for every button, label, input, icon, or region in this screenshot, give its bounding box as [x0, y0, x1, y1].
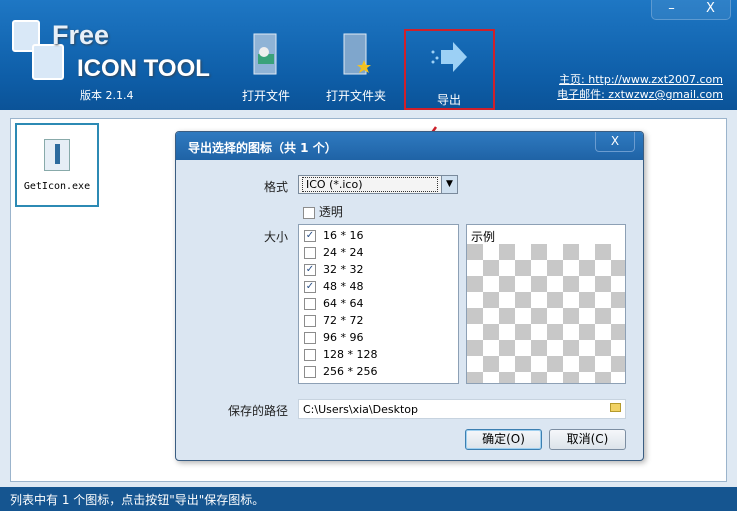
- logo-text-top: Free: [52, 20, 110, 50]
- size-option-label: 128 * 128: [323, 348, 378, 361]
- open-file-icon: [253, 33, 277, 75]
- preview-label: 示例: [471, 230, 496, 244]
- size-option[interactable]: ✓ 16 * 16: [304, 227, 453, 244]
- size-option-label: 256 * 256: [323, 365, 378, 378]
- open-folder-label: 打开文件夹: [325, 89, 386, 103]
- links: 主页: http://www.zxt2007.com 电子邮件: zxtwzwz…: [557, 72, 723, 102]
- size-checkbox[interactable]: ✓: [304, 280, 316, 293]
- format-value: ICO (*.ico): [302, 177, 438, 192]
- size-option[interactable]: 72 * 72: [304, 312, 453, 329]
- open-file-button[interactable]: 打开文件: [221, 30, 311, 104]
- size-option[interactable]: 24 * 24: [304, 244, 453, 261]
- size-option-label: 24 * 24: [323, 246, 364, 259]
- export-highlight-box: [404, 29, 495, 110]
- folder-icon[interactable]: [610, 403, 621, 412]
- size-option-label: 16 * 16: [323, 229, 364, 242]
- chevron-down-icon[interactable]: ▼: [441, 176, 457, 193]
- save-path-input[interactable]: C:\Users\xia\Desktop: [298, 399, 626, 419]
- save-path-value: C:\Users\xia\Desktop: [303, 403, 418, 416]
- size-option-label: 48 * 48: [323, 280, 364, 293]
- ok-button[interactable]: 确定(O): [465, 429, 542, 450]
- logo-text-bottom: ICON TOOL: [77, 55, 210, 82]
- cancel-button[interactable]: 取消(C): [549, 429, 626, 450]
- size-option-label: 32 * 32: [323, 263, 364, 276]
- transparent-checkbox[interactable]: 透明: [303, 203, 343, 220]
- size-checkbox[interactable]: [304, 331, 316, 344]
- checkbox[interactable]: [303, 206, 315, 219]
- size-option[interactable]: 256 * 256: [304, 363, 453, 380]
- transparency-checkerboard: [467, 244, 625, 383]
- transparent-label: 透明: [318, 205, 343, 219]
- close-button[interactable]: X: [691, 0, 730, 19]
- homepage-link[interactable]: 主页: http://www.zxt2007.com: [559, 73, 723, 86]
- dialog-title: 导出选择的图标（共 1 个）: [176, 132, 643, 160]
- size-option-label: 64 * 64: [323, 297, 364, 310]
- size-checkbox[interactable]: ✓: [304, 229, 316, 242]
- export-dialog: 导出选择的图标（共 1 个） X 格式 ICO (*.ico) ▼ 透明 大小 …: [175, 131, 644, 461]
- size-option[interactable]: 128 * 128: [304, 346, 453, 363]
- size-list[interactable]: ✓ 16 * 16 24 * 24 ✓ 32 * 32 ✓ 48 * 48 64 * 64 72…: [298, 224, 459, 384]
- version-label: 版本 2.1.4: [80, 89, 134, 102]
- size-checkbox[interactable]: [304, 365, 316, 378]
- path-label: 保存的路径: [228, 404, 289, 418]
- format-select[interactable]: ICO (*.ico) ▼: [298, 175, 458, 194]
- file-name: GetIcon.exe: [23, 181, 91, 192]
- email-link[interactable]: 电子邮件: zxtwzwz@gmail.com: [557, 88, 723, 101]
- size-option-label: 96 * 96: [323, 331, 364, 344]
- header: – X Free ICON TOOL 版本 2.1.4 打开文件 打开文件夹 导…: [0, 0, 737, 110]
- size-checkbox[interactable]: [304, 297, 316, 310]
- status-bar: 列表中有 1 个图标，点击按钮"导出"保存图标。: [0, 487, 737, 511]
- preview-box: 示例: [466, 224, 626, 384]
- file-icon: [44, 139, 70, 171]
- minimize-button[interactable]: –: [652, 0, 691, 19]
- size-option[interactable]: ✓ 32 * 32: [304, 261, 453, 278]
- size-label: 大小: [264, 230, 289, 244]
- size-option[interactable]: 96 * 96: [304, 329, 453, 346]
- format-label: 格式: [264, 180, 289, 194]
- dialog-close-button[interactable]: X: [595, 132, 635, 152]
- window-controls: – X: [651, 0, 731, 20]
- open-folder-icon: [343, 33, 371, 75]
- size-checkbox[interactable]: [304, 246, 316, 259]
- size-option[interactable]: 64 * 64: [304, 295, 453, 312]
- size-checkbox[interactable]: [304, 348, 316, 361]
- size-option-label: 72 * 72: [323, 314, 364, 327]
- size-option[interactable]: ✓ 48 * 48: [304, 278, 453, 295]
- size-checkbox[interactable]: ✓: [304, 263, 316, 276]
- file-item[interactable]: GetIcon.exe: [15, 123, 99, 207]
- open-folder-button[interactable]: 打开文件夹: [311, 30, 401, 104]
- size-checkbox[interactable]: [304, 314, 316, 327]
- open-file-label: 打开文件: [241, 89, 290, 103]
